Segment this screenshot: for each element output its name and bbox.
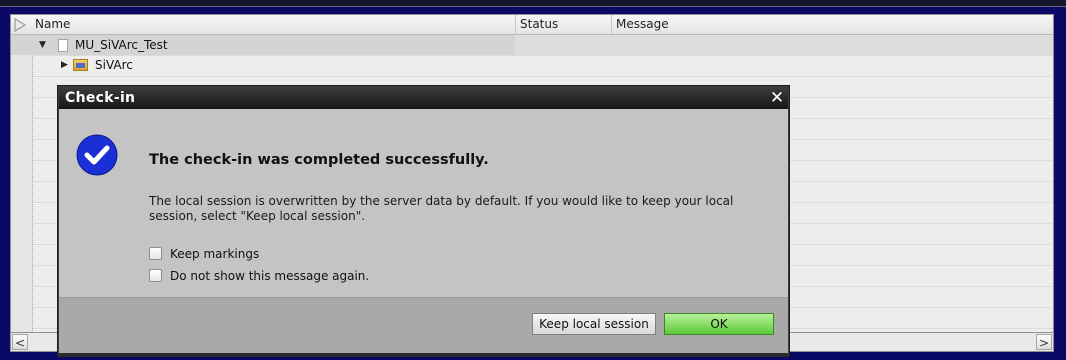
table-row[interactable]: ▼ MU_SiVArc_Test	[11, 35, 1053, 55]
success-check-icon	[76, 134, 118, 176]
checkin-dialog: Check-in ✕ The check-in was completed su…	[58, 86, 789, 357]
dialog-body: The check-in was completed successfully.…	[59, 109, 788, 297]
project-name: MU_SiVArc_Test	[75, 38, 168, 52]
collapsed-caret-icon[interactable]: ▶	[61, 55, 68, 75]
top-divider	[0, 6, 1066, 7]
checkbox-box[interactable]	[149, 247, 162, 260]
folder-icon	[73, 59, 88, 71]
dialog-bottom	[59, 335, 788, 357]
dialog-title: Check-in	[59, 87, 788, 109]
scroll-right-button[interactable]: >	[1036, 334, 1052, 350]
row-gutter	[11, 35, 33, 333]
checkbox-label: Keep markings	[170, 247, 260, 261]
dialog-heading: The check-in was completed successfully.	[149, 152, 489, 168]
column-header-message[interactable]: Message	[611, 15, 1053, 34]
row-fill	[515, 35, 1053, 55]
checkbox-box[interactable]	[149, 269, 162, 282]
keep-local-session-button[interactable]: Keep local session	[532, 313, 656, 335]
table-row[interactable]: ▶ SiVArc	[11, 55, 1053, 75]
table-header: Name Status Message	[11, 15, 1053, 35]
close-icon[interactable]: ✕	[768, 89, 786, 107]
folder-name: SiVArc	[95, 58, 133, 72]
expanded-caret-icon[interactable]: ▼	[39, 35, 46, 55]
checkbox-label: Do not show this message again.	[170, 269, 370, 283]
flag-icon[interactable]	[13, 18, 27, 32]
document-icon	[58, 39, 68, 52]
column-header-name[interactable]: Name	[31, 15, 515, 34]
scroll-left-button[interactable]: <	[12, 334, 28, 350]
dialog-message: The local session is overwritten by the …	[149, 194, 734, 223]
ok-button[interactable]: OK	[664, 313, 774, 335]
dialog-footer: Keep local session OK	[59, 297, 788, 336]
column-header-status[interactable]: Status	[515, 15, 611, 34]
dialog-bottom-edge	[59, 353, 788, 357]
